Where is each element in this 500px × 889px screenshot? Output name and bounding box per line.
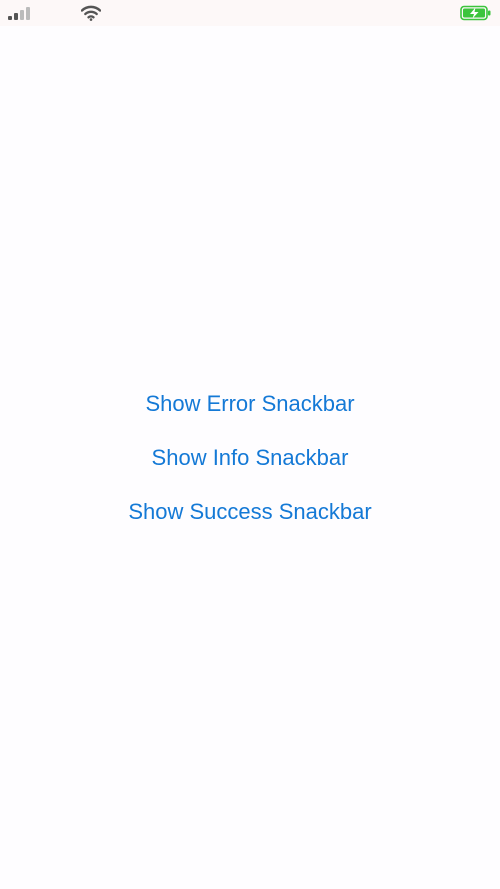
show-info-snackbar-button[interactable]: Show Info Snackbar xyxy=(0,443,500,473)
show-success-snackbar-button[interactable]: Show Success Snackbar xyxy=(0,497,500,527)
show-error-snackbar-button[interactable]: Show Error Snackbar xyxy=(0,389,500,419)
snackbar-buttons: Show Error Snackbar Show Info Snackbar S… xyxy=(0,0,500,889)
